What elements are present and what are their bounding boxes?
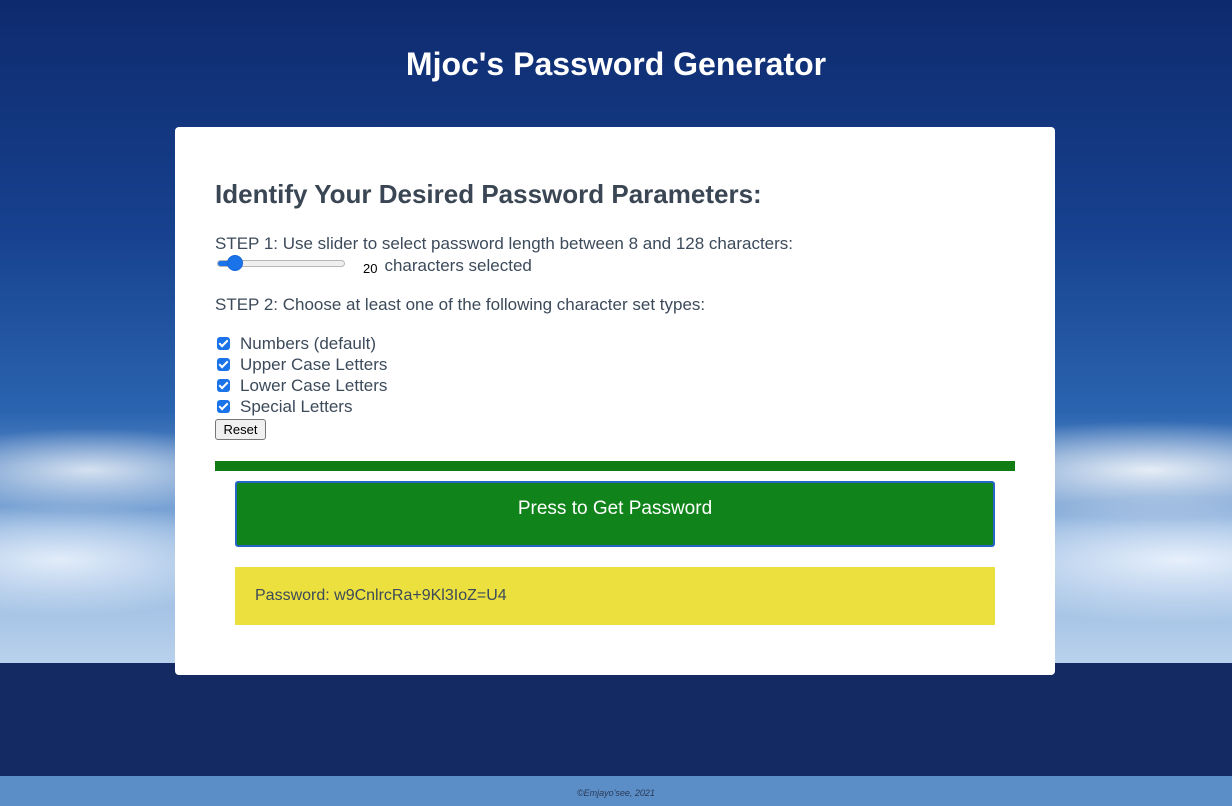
copyright-text: ©Emjayo'see, 2021	[577, 788, 655, 798]
page-title: Mjoc's Password Generator	[405, 46, 827, 82]
get-password-button[interactable]: Press to Get Password	[235, 481, 995, 547]
length-suffix-label: characters selected	[384, 256, 532, 275]
divider-bar	[215, 461, 1015, 471]
lower-case-checkbox[interactable]	[217, 379, 230, 392]
option-label: Upper Case Letters	[240, 354, 388, 374]
option-label: Special Letters	[240, 396, 353, 416]
option-upper-case[interactable]: Upper Case Letters	[217, 354, 387, 375]
password-output: Password: w9CnlrcRa+9Kl3IoZ=U4	[235, 567, 995, 625]
length-value: 20	[363, 260, 378, 276]
numbers-checkbox[interactable]	[217, 337, 230, 350]
page-background	[0, 663, 1232, 776]
option-special[interactable]: Special Letters	[217, 396, 387, 417]
step1-instructions: STEP 1: Use slider to select password le…	[215, 234, 794, 253]
charset-options: Numbers (default) Upper Case Letters Low…	[217, 333, 387, 417]
option-lower-case[interactable]: Lower Case Letters	[217, 375, 387, 396]
slider-thumb[interactable]	[228, 256, 243, 270]
option-label: Numbers (default)	[240, 333, 377, 353]
length-slider-row: 20 characters selected	[215, 255, 532, 277]
option-numbers[interactable]: Numbers (default)	[217, 333, 387, 354]
option-label: Lower Case Letters	[240, 375, 388, 395]
step2-instructions: STEP 2: Choose at least one of the follo…	[215, 295, 706, 314]
parameters-card: Identify Your Desired Password Parameter…	[175, 127, 1055, 675]
special-checkbox[interactable]	[217, 400, 230, 413]
card-heading: Identify Your Desired Password Parameter…	[215, 179, 762, 209]
upper-case-checkbox[interactable]	[217, 358, 230, 371]
footer: ©Emjayo'see, 2021	[0, 776, 1232, 806]
length-slider[interactable]	[215, 255, 345, 277]
reset-button[interactable]: Reset	[215, 419, 266, 440]
